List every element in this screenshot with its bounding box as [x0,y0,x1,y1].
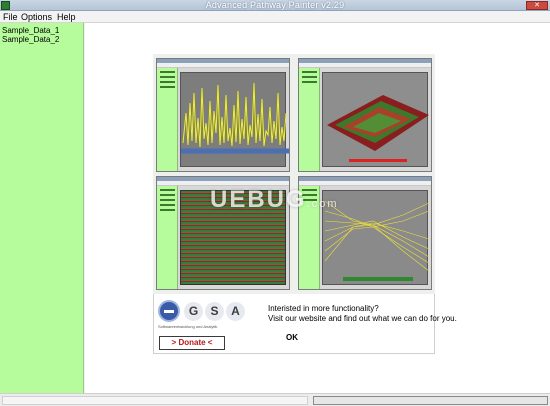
ok-button[interactable]: OK [277,332,307,344]
preview-screenshot-spectrum [156,58,290,172]
menu-options[interactable]: Options [21,11,52,23]
app-window: Advanced Pathway Painter v2.29 ✕ File Op… [0,0,550,406]
data-tree: Sample_Data_1 Sample_Data_2 [0,23,83,44]
title-bar[interactable]: Advanced Pathway Painter v2.29 ✕ [0,0,550,11]
status-panel-left [2,396,308,405]
status-bar [0,393,550,406]
tree-item-sample-data-1[interactable]: Sample_Data_1 [0,26,83,35]
preview-screenshot-surface [298,58,432,172]
gsa-logo-icon: GSA Softwareentwicklung und Analytik [158,300,256,329]
data-tree-panel: Sample_Data_1 Sample_Data_2 [0,23,84,393]
watermark: UEBUG.com [210,186,339,213]
donate-button[interactable]: > Donate < [159,336,225,350]
gsa-logo-letters: GSA [184,300,247,322]
promo-text-line-2: Visit our website and find out what we c… [268,314,457,323]
gsa-logo-tagline: Softwareentwicklung und Analytik [158,324,218,329]
window-title: Advanced Pathway Painter v2.29 [205,0,345,10]
gsa-logo-mark [158,300,180,322]
promo-text-line-1: Interisted in more functionality? [268,304,379,313]
menu-help[interactable]: Help [57,11,76,23]
close-icon[interactable]: ✕ [526,1,548,10]
menu-bar: File Options Help [0,11,550,23]
tree-item-sample-data-2[interactable]: Sample_Data_2 [0,35,83,44]
menu-file[interactable]: File [3,11,18,23]
progress-bar [313,396,548,405]
